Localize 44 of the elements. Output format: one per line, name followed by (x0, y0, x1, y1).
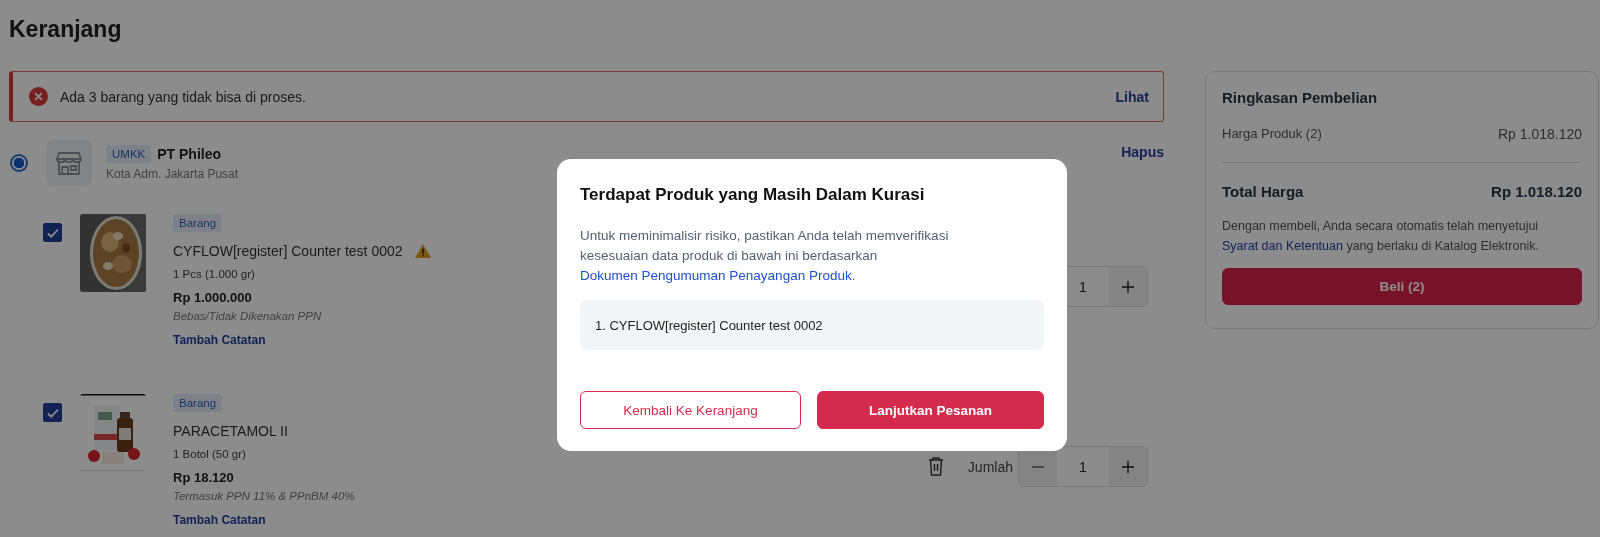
quantity-value: 1 (1078, 278, 1088, 295)
item-checkbox[interactable] (43, 403, 62, 422)
plus-icon[interactable] (1109, 447, 1147, 486)
product-price: Rp 1.000.000 (173, 290, 252, 305)
buy-button[interactable]: Beli (2) (1222, 268, 1582, 305)
store-name: PT Phileo (157, 146, 222, 162)
product-unit: 1 Pcs (1.000 gr) (173, 268, 255, 280)
terms-link[interactable]: Syarat dan Ketentuan (1222, 239, 1343, 253)
tax-note: Bebas/Tidak Dikenakan PPN (173, 310, 322, 322)
add-note-link[interactable]: Tambah Catatan (173, 513, 266, 527)
back-button[interactable]: Kembali Ke Keranjang (580, 391, 801, 429)
delete-link[interactable]: Hapus (1121, 144, 1164, 160)
price-label: Harga Produk (2) (1222, 126, 1322, 142)
store-radio[interactable] (10, 154, 28, 172)
continue-button[interactable]: Lanjutkan Pesanan (817, 391, 1044, 429)
umkk-badge: UMKK (106, 145, 152, 163)
quantity-label: Jumlah (967, 458, 1013, 475)
item-tag: Barang (173, 394, 223, 412)
store-icon (46, 140, 92, 186)
plus-icon[interactable] (1109, 267, 1147, 306)
terms-text: Dengan membeli, Anda secara otomatis telah menyetujui Syarat dan Ketentuan yang berlaku di Katalog Elektronik. (1222, 218, 1540, 255)
product-unit: 1 Botol (50 gr) (173, 448, 246, 460)
summary-title: Ringkasan Pembelian (1222, 89, 1379, 106)
product-price: Rp 18.120 (173, 470, 234, 485)
item-tag: Barang (173, 214, 223, 232)
product-list-item: 1. CYFLOW[register] Counter test 0002 (595, 317, 823, 333)
add-note-link[interactable]: Tambah Catatan (173, 333, 266, 347)
dialog-text: Untuk meminimalisir risiko, pastikan Anda telah memverifikasi kesesuaian data produk di bawah ini berdasarkan Dokumen Pengumuman Penayangan Produk. (580, 227, 950, 285)
item-checkbox[interactable] (43, 223, 62, 242)
page-title: Keranjang (8, 15, 123, 44)
view-link[interactable]: Lihat (1115, 88, 1149, 105)
trash-icon[interactable] (927, 457, 944, 476)
product-name: CYFLOW[register] Counter test 0002 (173, 243, 403, 259)
product-name: PARACETAMOL II (173, 423, 288, 439)
tax-note: Termasuk PPN 11% & PPnBM 40% (173, 490, 355, 502)
document-link[interactable]: Dokumen Pengumuman Penayangan Produk (580, 268, 852, 283)
total-label: Total Harga (1222, 183, 1304, 200)
alert-message: Ada 3 barang yang tidak bisa di proses. (60, 88, 307, 105)
total-value: Rp 1.018.120 (1491, 183, 1582, 200)
dialog-title: Terdapat Produk yang Masih Dalam Kurasi (580, 185, 926, 205)
price-value: Rp 1.018.120 (1497, 126, 1582, 142)
store-location: Kota Adm. Jakarta Pusat (106, 167, 240, 181)
quantity-value: 1 (1078, 458, 1088, 475)
error-icon (29, 87, 48, 106)
